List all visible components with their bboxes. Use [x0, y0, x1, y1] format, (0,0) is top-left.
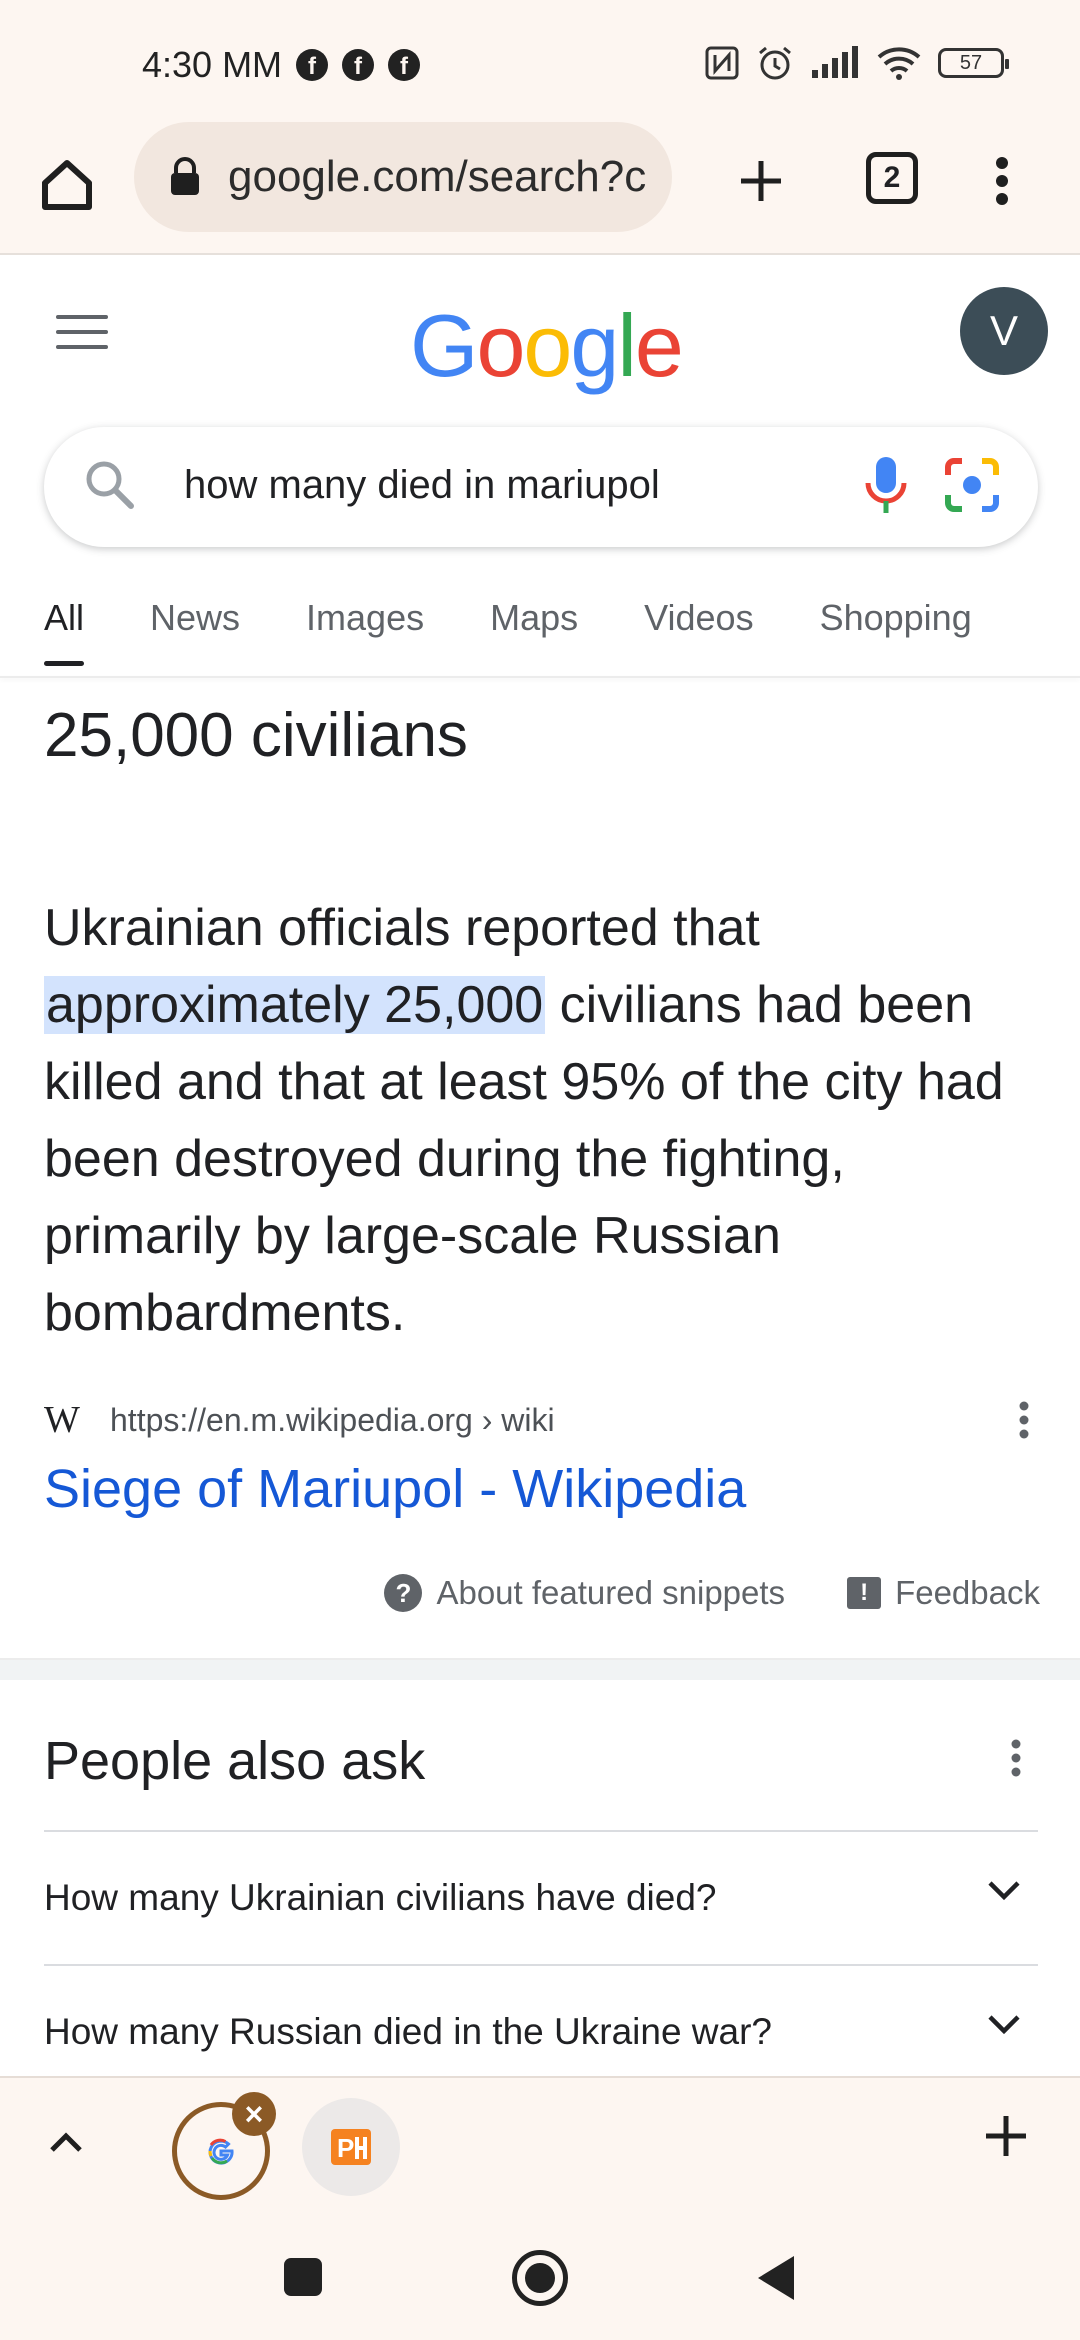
- recents-button[interactable]: [284, 2258, 322, 2296]
- new-tab-button[interactable]: [726, 146, 796, 216]
- status-time-group: 4:30 MM f f f: [142, 44, 421, 86]
- featured-answer: 25,000 civilians: [44, 701, 468, 770]
- status-time: 4:30 MM: [142, 44, 283, 85]
- section-divider: [0, 1658, 1080, 1680]
- about-snippets-link[interactable]: About featured snippets: [436, 1574, 785, 1612]
- status-bar: 4:30 MM f f f 57: [0, 0, 1080, 120]
- question-item[interactable]: How many Ukrainian civilians have died?: [44, 1830, 1038, 1964]
- snippet-highlight: approximately 25,000: [44, 976, 546, 1034]
- tab-switcher-button[interactable]: 2: [866, 152, 918, 204]
- tab-count: 2: [883, 161, 901, 194]
- browser-menu-button[interactable]: [980, 146, 1024, 216]
- source-row: W https://en.m.wikipedia.org › wiki: [44, 1399, 1038, 1441]
- back-button[interactable]: [758, 2256, 794, 2300]
- tab-all[interactable]: All: [44, 597, 85, 667]
- tab-maps[interactable]: Maps: [490, 597, 578, 667]
- battery-indicator: 57: [938, 48, 1009, 78]
- people-also-ask-title: People also ask: [44, 1731, 426, 1791]
- status-icons: 57: [704, 44, 1009, 82]
- facebook-icon: f: [296, 49, 329, 81]
- tab-images[interactable]: Images: [306, 597, 424, 667]
- signal-icon: [812, 46, 858, 78]
- svg-text:P: P: [337, 2133, 354, 2163]
- microphone-icon[interactable]: [856, 453, 916, 521]
- presentation-app-icon: P: [331, 2129, 371, 2165]
- logo-letter: l: [617, 296, 637, 395]
- search-icon: [86, 461, 134, 509]
- search-input[interactable]: how many died in mariupol: [184, 463, 660, 508]
- tabs-divider: [0, 676, 1080, 678]
- tab-videos[interactable]: Videos: [644, 597, 753, 667]
- logo-letter: o: [476, 296, 525, 395]
- plus-icon: [741, 161, 781, 201]
- avatar[interactable]: V: [960, 287, 1048, 375]
- logo-letter: g: [570, 296, 619, 395]
- google-logo[interactable]: Google: [410, 295, 684, 397]
- close-tab-icon[interactable]: ×: [232, 2092, 276, 2136]
- search-box[interactable]: how many died in mariupol: [44, 427, 1038, 547]
- result-title-link[interactable]: Siege of Mariupol - Wikipedia: [44, 1458, 746, 1520]
- facebook-icon: f: [342, 49, 375, 81]
- feedback-link[interactable]: Feedback: [895, 1574, 1040, 1612]
- snippet-text-before: Ukrainian officials reported that: [44, 899, 760, 957]
- battery-level: 57: [959, 51, 983, 74]
- search-tabs: All News Images Maps Videos Shopping: [44, 597, 1044, 667]
- chevron-up-icon[interactable]: [46, 2122, 86, 2162]
- google-lens-icon[interactable]: [940, 453, 1004, 517]
- logo-letter: o: [523, 296, 572, 395]
- help-icon: ?: [384, 1574, 423, 1612]
- home-button[interactable]: [32, 150, 102, 220]
- browser-toolbar: google.com/search?c 2: [0, 120, 1080, 255]
- alarm-icon: [759, 46, 791, 80]
- source-url: https://en.m.wikipedia.org › wiki: [110, 1401, 555, 1438]
- avatar-letter: V: [989, 307, 1018, 354]
- url-text: google.com/search?c: [228, 152, 647, 201]
- snippet-text: Ukrainian officials reported that approx…: [44, 890, 1054, 1352]
- wikipedia-icon: W: [44, 1399, 80, 1441]
- more-vert-icon[interactable]: [1010, 1738, 1022, 1778]
- tab-shopping[interactable]: Shopping: [820, 597, 972, 667]
- more-vert-icon: [996, 157, 1008, 205]
- presentation-app-tab[interactable]: P: [302, 2098, 400, 2196]
- google-header: Google V how many died in mariupol All N…: [0, 257, 1080, 677]
- tab-news[interactable]: News: [150, 597, 240, 667]
- question-text: How many Ukrainian civilians have died?: [44, 1877, 717, 1918]
- wifi-icon: [877, 47, 921, 80]
- question-text: How many Russian died in the Ukraine war…: [44, 2011, 773, 2052]
- url-bar[interactable]: google.com/search?c: [134, 122, 672, 232]
- menu-icon[interactable]: [56, 315, 108, 355]
- facebook-icon: f: [388, 49, 421, 81]
- tab-strip: × P: [0, 2076, 1080, 2212]
- plus-icon[interactable]: [984, 2114, 1028, 2158]
- feedback-icon: !: [847, 1577, 882, 1609]
- chevron-down-icon: [988, 1881, 1020, 1901]
- chevron-down-icon: [988, 2015, 1020, 2035]
- more-vert-icon[interactable]: [1018, 1400, 1030, 1440]
- home-nav-button[interactable]: [512, 2250, 568, 2306]
- logo-letter: G: [410, 296, 478, 395]
- google-g-icon: [208, 2138, 234, 2165]
- snippet-footer: ? About featured snippets ! Feedback: [380, 1568, 1040, 1618]
- lock-icon: [171, 157, 199, 195]
- logo-letter: e: [634, 296, 684, 395]
- home-icon: [42, 160, 92, 210]
- navigation-bar: [0, 2212, 1080, 2340]
- nfc-icon: [705, 46, 739, 80]
